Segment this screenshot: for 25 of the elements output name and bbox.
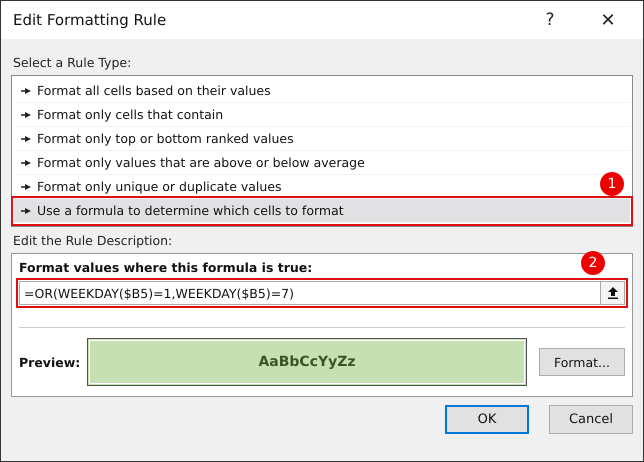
rule-type-item[interactable]: Format only top or bottom ranked values (14, 127, 630, 151)
cancel-button[interactable]: Cancel (549, 405, 633, 434)
arrow-icon (21, 110, 31, 118)
upload-icon (608, 287, 618, 299)
section-label: Select a Rule Type: (13, 55, 132, 70)
close-button[interactable]: ✕ (579, 1, 637, 39)
window-title: Edit Formatting Rule (13, 11, 168, 29)
arrow-icon (21, 206, 31, 214)
section-label: Edit the Rule Description: (13, 233, 174, 248)
rule-type-item[interactable]: Format only values that are above or below average (14, 151, 630, 175)
arrow-icon (21, 182, 31, 190)
callout-number: 1 (600, 172, 624, 196)
collapse-button[interactable] (600, 281, 625, 305)
rule-type-item[interactable]: Format all cells based on their values (14, 79, 630, 103)
arrow-icon (21, 158, 31, 166)
preview-text: AaBbCcYyZz (258, 354, 356, 370)
arrow-icon (21, 134, 31, 142)
callout-number: 2 (581, 251, 605, 275)
ok-button[interactable]: OK (445, 405, 529, 434)
format-button[interactable]: Format... (539, 348, 625, 376)
help-button[interactable]: ? (521, 1, 579, 39)
arrow-icon (21, 86, 31, 94)
rule-type-item[interactable]: Format only cells that contain (14, 103, 630, 127)
formula-field[interactable]: =OR(WEEKDAY($B5)=1,WEEKDAY($B5)=7) (19, 281, 600, 305)
formula-label: Format values where this formula is true: (19, 260, 312, 275)
